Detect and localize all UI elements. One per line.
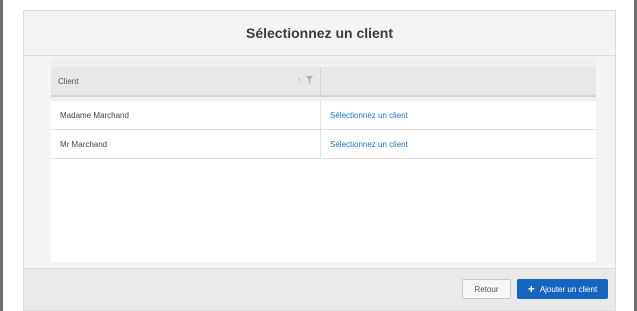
table-row: Madame Marchand Sélectionnez un client — [51, 101, 596, 130]
table-row: Mr Marchand Sélectionnez un client — [51, 130, 596, 159]
select-client-modal: Sélectionnez un client Client ↑ Madame M… — [23, 10, 616, 311]
column-header-action — [321, 67, 596, 95]
table-header: Client ↑ — [51, 67, 596, 97]
clients-table: Client ↑ Madame Marchand Sélectionnez un… — [51, 59, 596, 262]
filter-icon[interactable] — [306, 76, 313, 86]
select-client-link[interactable]: Sélectionnez un client — [321, 130, 596, 158]
sort-icon[interactable]: ↑ — [297, 76, 301, 86]
client-name-cell: Madame Marchand — [51, 101, 321, 129]
modal-header: Sélectionnez un client — [24, 11, 615, 56]
table-top-strip — [51, 59, 596, 67]
add-client-button[interactable]: + Ajouter un client — [517, 279, 608, 299]
column-header-client[interactable]: Client ↑ — [51, 67, 321, 95]
select-client-link[interactable]: Sélectionnez un client — [321, 101, 596, 129]
column-header-tools: ↑ — [297, 76, 313, 86]
back-button[interactable]: Retour — [462, 279, 511, 299]
modal-title: Sélectionnez un client — [245, 25, 394, 41]
window-border-left — [0, 0, 3, 311]
client-name-cell: Mr Marchand — [51, 130, 321, 158]
column-header-client-label: Client — [58, 76, 79, 86]
modal-footer: Retour + Ajouter un client — [24, 268, 615, 310]
add-client-label: Ajouter un client — [539, 284, 598, 294]
plus-icon: + — [527, 282, 535, 296]
